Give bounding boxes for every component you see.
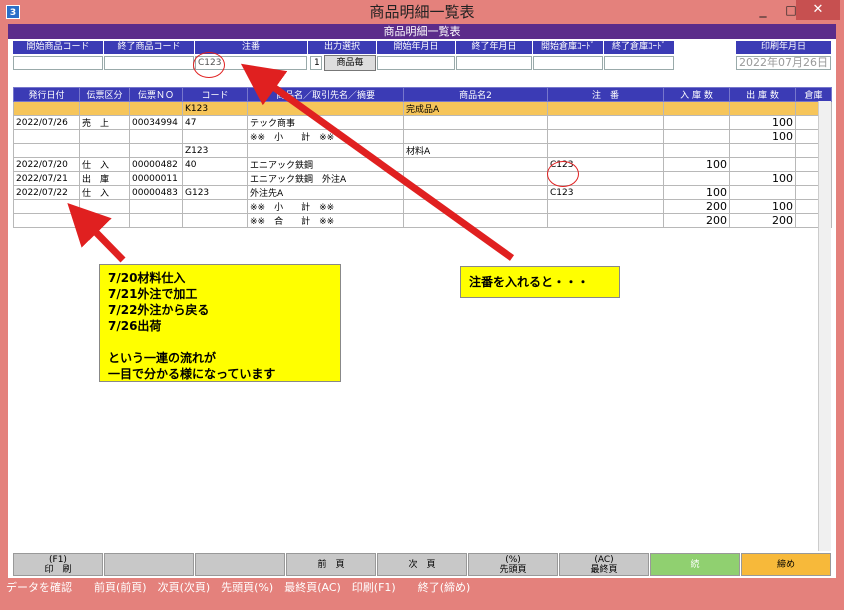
annotation-line: 7/21外注で加工 bbox=[108, 287, 198, 301]
annotation-line: 7/22外注から戻る bbox=[108, 303, 210, 317]
arrow-to-dates bbox=[67, 202, 126, 263]
blank-button-2[interactable] bbox=[195, 553, 285, 576]
blank-button-1[interactable] bbox=[104, 553, 194, 576]
close-form-button[interactable]: 締め bbox=[741, 553, 831, 576]
continue-button[interactable]: 続 bbox=[650, 553, 740, 576]
status-bar: データを確認 前頁(前頁) 次頁(次頁) 先頭頁(%) 最終頁(AC) 印刷(F… bbox=[0, 578, 844, 598]
first-page-button[interactable]: (%) 先頭頁 bbox=[468, 553, 558, 576]
annotation-line: 7/20材料仕入 bbox=[108, 271, 186, 285]
prev-page-button[interactable]: 前 頁 bbox=[286, 553, 376, 576]
next-page-button[interactable]: 次 頁 bbox=[377, 553, 467, 576]
annotation-line bbox=[108, 334, 332, 350]
annotation-line: という一連の流れが bbox=[108, 351, 217, 365]
arrow-to-order-field bbox=[240, 63, 515, 261]
flow-annotation: 7/20材料仕入 7/21外注で加工 7/22外注から戻る 7/26出荷という一連の流… bbox=[99, 264, 341, 382]
order-annotation: 注番を入れると・・・ bbox=[460, 266, 620, 298]
annotation-line: 一目で分かる様になっています bbox=[108, 367, 276, 381]
annotation-line: 7/26出荷 bbox=[108, 319, 162, 333]
print-button[interactable]: (F1) 印 刷 bbox=[13, 553, 103, 576]
last-page-button[interactable]: (AC) 最終頁 bbox=[559, 553, 649, 576]
